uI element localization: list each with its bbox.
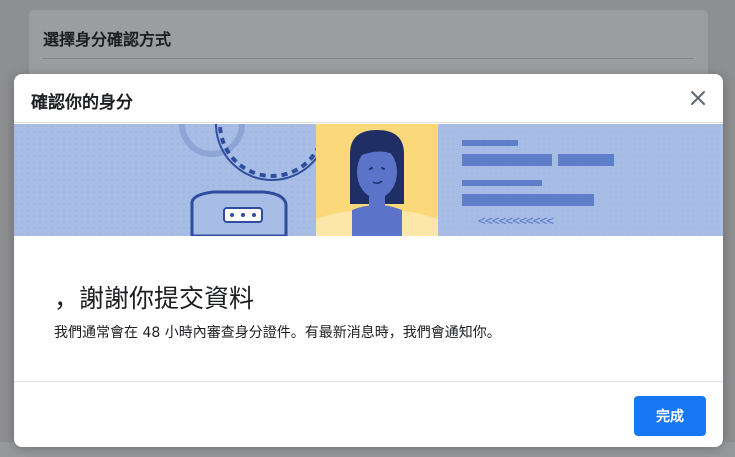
done-button[interactable]: 完成 [634, 396, 706, 436]
id-illustration [14, 124, 723, 236]
dialog-header: 確認你的身分 [14, 74, 723, 123]
dialog-title: 確認你的身分 [31, 93, 133, 113]
banner-chevron-marks: <<<<<<<<<<< [478, 214, 554, 229]
background-card-title: 選擇身分確認方式 [43, 30, 172, 49]
thank-you-heading: ，謝謝你提交資料 [54, 284, 255, 313]
identity-confirmation-dialog: 確認你的身分 <<<<<<<<<<< ，謝謝你提交資料 我們通常會在 48 小時… [14, 74, 723, 447]
footer-divider [14, 381, 723, 382]
review-message: 我們通常會在 48 小時內審查身分證件。有最新消息時，我們會通知你。 [54, 325, 501, 341]
background-card-divider [43, 58, 694, 59]
close-button[interactable] [685, 85, 711, 111]
id-illustration-banner: <<<<<<<<<<< [14, 124, 723, 236]
close-icon [691, 91, 705, 105]
